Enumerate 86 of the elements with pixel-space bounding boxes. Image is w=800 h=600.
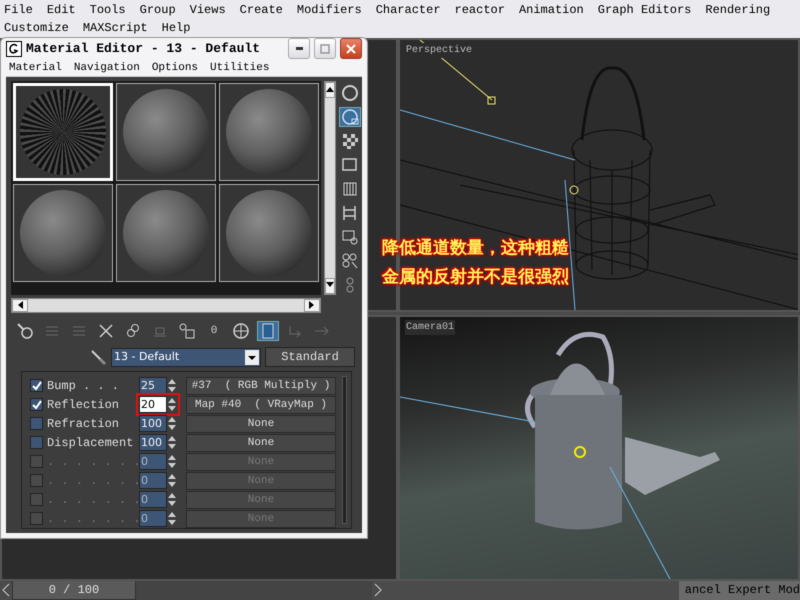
spinner-arrows-icon[interactable] bbox=[167, 435, 177, 450]
scroll-down-icon[interactable] bbox=[326, 282, 334, 288]
map-label: . . . . . . . bbox=[47, 510, 136, 528]
menu-item[interactable]: Create bbox=[240, 1, 283, 19]
annotation-text: 金属的反射并不是很强烈 bbox=[382, 266, 569, 289]
menu-item[interactable]: Navigation bbox=[74, 60, 140, 76]
menu-item[interactable]: Help bbox=[162, 19, 190, 37]
sample-tool-button[interactable] bbox=[339, 83, 361, 103]
spinner-arrows-icon[interactable] bbox=[167, 511, 177, 526]
scroll-right-icon[interactable] bbox=[309, 300, 315, 309]
checkbox[interactable] bbox=[30, 398, 43, 411]
spinner-arrows-icon[interactable] bbox=[167, 378, 177, 393]
globe-icon bbox=[232, 322, 250, 340]
spinner-arrows-icon[interactable] bbox=[167, 397, 177, 412]
map-button[interactable]: None bbox=[186, 414, 336, 432]
menu-item[interactable]: Group bbox=[140, 1, 176, 19]
amount-field[interactable]: 100 bbox=[139, 434, 167, 451]
previous-frame-icon[interactable] bbox=[0, 580, 12, 598]
menu-item[interactable]: Utilities bbox=[210, 60, 270, 76]
window-title: Material Editor - 13 - Default bbox=[26, 40, 260, 58]
map-label: Displacement bbox=[47, 434, 134, 452]
time-slider-thumb[interactable]: 0 / 100 bbox=[12, 580, 136, 600]
map-label: . . . . . . . bbox=[47, 454, 136, 470]
link-icon bbox=[124, 322, 142, 340]
menu-item[interactable]: Customize bbox=[4, 19, 69, 37]
close-icon bbox=[97, 322, 115, 340]
time-slider-track[interactable]: 0 / 100 bbox=[12, 580, 372, 600]
menu-item[interactable]: File bbox=[4, 1, 33, 19]
viewport-label[interactable]: Camera01 bbox=[405, 320, 456, 335]
checker-icon bbox=[341, 132, 359, 150]
close-button[interactable] bbox=[340, 38, 362, 60]
sphere-icon bbox=[341, 108, 359, 126]
menu-item[interactable]: Graph Editors bbox=[598, 1, 692, 19]
close-icon bbox=[346, 44, 356, 54]
menu-item[interactable]: Rendering bbox=[705, 1, 770, 19]
map-button[interactable]: Map #40 ( VRayMap ) bbox=[186, 396, 336, 414]
menu-item[interactable]: Character bbox=[376, 1, 441, 19]
menu-item[interactable]: Options bbox=[152, 60, 198, 76]
eyedropper-icon[interactable] bbox=[89, 348, 107, 366]
menu-item[interactable]: Tools bbox=[90, 1, 126, 19]
annotation-text: 降低通道数量，这种粗糙 bbox=[382, 237, 569, 260]
checkbox[interactable] bbox=[30, 436, 43, 449]
amount-field[interactable]: 100 bbox=[139, 415, 167, 432]
amount-field[interactable]: 25 bbox=[139, 377, 167, 394]
checkbox[interactable] bbox=[30, 379, 43, 392]
map-label: . . . . . . . bbox=[47, 472, 136, 490]
status-text: ancel Expert Mod bbox=[678, 580, 800, 600]
columns-icon bbox=[341, 180, 359, 198]
menu-item[interactable]: Material bbox=[9, 60, 62, 76]
checkbox[interactable] bbox=[30, 417, 43, 430]
map-label: Refraction bbox=[47, 416, 120, 432]
map-label: Reflection bbox=[47, 396, 120, 414]
menu-item[interactable]: Modifiers bbox=[296, 1, 362, 19]
material-name-text[interactable]: 13 - Default bbox=[114, 348, 180, 366]
spinner-arrows-icon[interactable] bbox=[167, 473, 177, 488]
map-button[interactable]: #37 ( RGB Multiply ) bbox=[186, 376, 336, 394]
material-tool-button[interactable] bbox=[257, 321, 279, 341]
spinner-arrows-icon[interactable] bbox=[167, 492, 177, 507]
next-frame-icon[interactable] bbox=[372, 580, 384, 598]
map-label: . . . . . . . bbox=[47, 492, 136, 508]
material-name-field[interactable]: 13 - Default bbox=[111, 348, 261, 366]
map-button[interactable]: None bbox=[186, 434, 336, 452]
menu-item[interactable]: Animation bbox=[518, 1, 584, 19]
menu-item[interactable]: Edit bbox=[46, 1, 76, 19]
material-type-button[interactable]: Standard bbox=[265, 347, 355, 367]
horizontal-scrollbar[interactable] bbox=[11, 298, 321, 313]
map-label: Bump . . . bbox=[47, 378, 120, 394]
amount-field[interactable]: 20 bbox=[139, 396, 167, 413]
scroll-up-icon[interactable] bbox=[326, 86, 334, 92]
panel-scrollbar[interactable] bbox=[342, 376, 347, 524]
spinner-arrows-icon[interactable] bbox=[167, 416, 177, 431]
minimize-icon bbox=[296, 47, 302, 50]
sample-tool-button[interactable] bbox=[339, 107, 361, 127]
sphere-icon bbox=[341, 84, 359, 102]
scroll-left-icon[interactable] bbox=[17, 300, 23, 309]
menu-item[interactable]: Views bbox=[190, 1, 226, 19]
material-id-button[interactable]: 0 bbox=[203, 321, 225, 341]
maximize-icon bbox=[320, 44, 330, 54]
menu-item[interactable]: MAXScript bbox=[82, 19, 148, 37]
app-icon bbox=[6, 40, 22, 57]
spinner-arrows-icon[interactable] bbox=[167, 454, 177, 469]
viewport-label[interactable]: Perspective bbox=[405, 43, 474, 58]
menu-item[interactable]: reactor bbox=[454, 1, 505, 19]
vertical-scrollbar[interactable] bbox=[324, 81, 336, 295]
rectangle-icon bbox=[341, 156, 359, 174]
minimize-button[interactable] bbox=[288, 38, 310, 60]
